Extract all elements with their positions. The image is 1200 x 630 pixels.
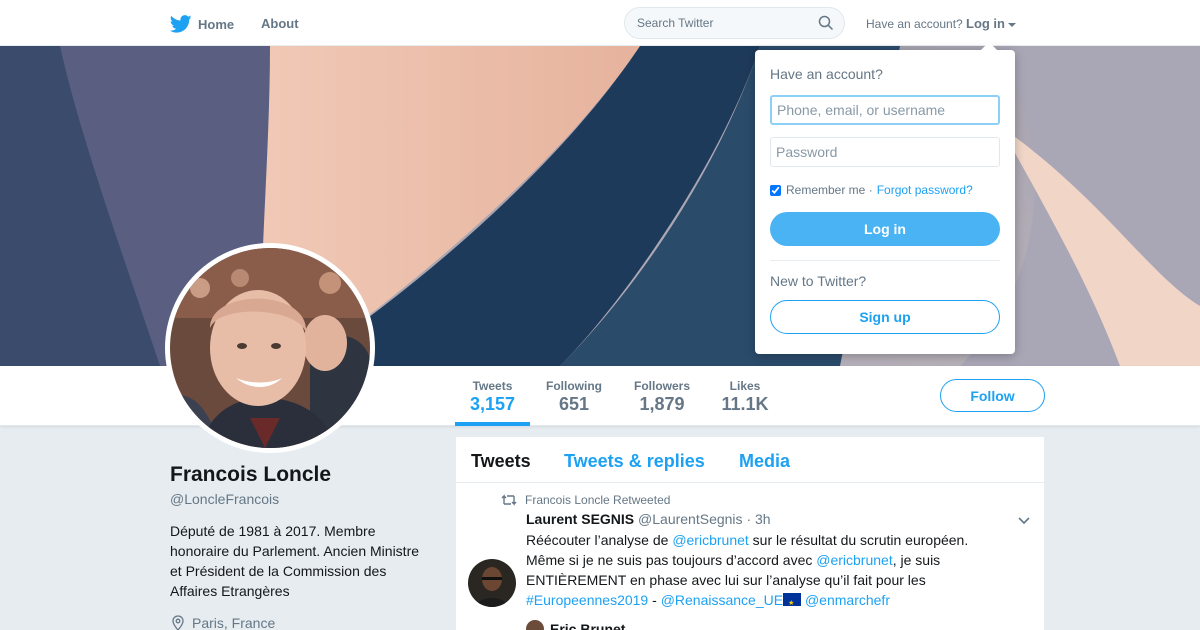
mention-link[interactable]: @enmarchefr (805, 592, 890, 608)
stat-label: Following (546, 379, 602, 393)
location-pin-icon (172, 615, 184, 630)
hashtag-link[interactable]: #Europeennes2019 (526, 592, 648, 608)
stat-following[interactable]: Following 651 (540, 366, 608, 426)
stat-value: 1,879 (639, 394, 685, 414)
separator: · (868, 183, 873, 197)
username-field[interactable] (770, 95, 1000, 125)
profile-bio: Député de 1981 à 2017. Membre honoraire … (170, 523, 420, 599)
remember-me-label[interactable]: Remember me (786, 183, 865, 197)
stat-value: 651 (558, 394, 590, 414)
forgot-password-link[interactable]: Forgot password? (877, 183, 973, 197)
twitter-bird-icon (170, 15, 192, 33)
quoted-tweet[interactable]: Eric Brunet (526, 620, 625, 630)
profile-avatar[interactable] (165, 243, 375, 453)
chevron-down-icon[interactable] (1018, 517, 1030, 525)
stat-value: 11.1K (721, 394, 769, 414)
profile-location: Paris, France (170, 615, 275, 630)
tweet-author-handle[interactable]: @LaurentSegnis (638, 511, 743, 527)
password-field[interactable] (770, 137, 1000, 167)
about-link[interactable]: About (261, 16, 299, 31)
profile-name[interactable]: Francois Loncle (170, 463, 331, 487)
tweet-timestamp[interactable]: · 3h (746, 511, 770, 527)
tweet-author-photo (468, 559, 516, 607)
tweet-text: Réécouter l’analyse de @ericbrunet sur l… (526, 530, 996, 614)
follow-button[interactable]: Follow (940, 379, 1045, 412)
tweet-header: Laurent SEGNIS @LaurentSegnis · 3h (526, 511, 771, 527)
remember-me-checkbox[interactable] (770, 184, 781, 196)
tab-media[interactable]: Media (739, 451, 790, 472)
mention-link[interactable]: @Renaissance_UE (661, 592, 783, 608)
login-dropdown: Have an account? Remember me · Forgot pa… (755, 42, 1015, 354)
divider (770, 260, 1000, 261)
home-label: Home (198, 16, 235, 32)
stat-likes[interactable]: Likes 11.1K (716, 366, 774, 426)
login-button[interactable]: Log in (770, 212, 1000, 246)
location-label: Paris, France (192, 615, 276, 630)
timeline-tabs: Tweets Tweets & replies Media (456, 437, 1044, 483)
dropdown-title: Have an account? (770, 66, 883, 82)
have-account-text: Have an account? (866, 17, 963, 31)
timeline: Tweets Tweets & replies Media Francois L… (456, 437, 1044, 630)
stat-followers[interactable]: Followers 1,879 (628, 366, 696, 426)
retweet-context: Francois Loncle Retweeted (501, 493, 670, 507)
avatar-photo (170, 248, 370, 448)
new-to-twitter-text: New to Twitter? (770, 273, 867, 289)
remember-row: Remember me · Forgot password? (770, 183, 973, 197)
login-dropdown-toggle[interactable]: Log in (966, 16, 1016, 31)
quoted-author-name: Eric Brunet (550, 621, 626, 630)
home-link[interactable]: Home (170, 12, 234, 36)
tab-tweets[interactable]: Tweets (471, 451, 531, 472)
tab-tweets-and-replies[interactable]: Tweets & replies (564, 451, 705, 472)
tweet-text-part: Réécouter l’analyse de (526, 532, 673, 548)
stat-value: 3,157 (469, 394, 516, 414)
search-input[interactable] (625, 8, 805, 38)
retweet-icon (501, 494, 517, 506)
profile-handle: @LoncleFrancois (170, 491, 280, 507)
chevron-down-icon (1008, 22, 1016, 27)
retweeted-by[interactable]: Francois Loncle Retweeted (525, 493, 670, 507)
tweet[interactable]: Francois Loncle Retweeted Laurent SEGNIS… (456, 483, 1044, 630)
tweet-text-part: - (648, 592, 661, 608)
tweet-author-name[interactable]: Laurent SEGNIS (526, 511, 634, 527)
search-icon[interactable] (818, 15, 834, 31)
stat-label: Followers (633, 379, 690, 393)
mention-link[interactable]: @ericbrunet (816, 552, 892, 568)
login-link-label: Log in (966, 16, 1005, 31)
search-box (624, 7, 845, 39)
stat-label: Likes (729, 379, 761, 393)
stat-label: Tweets (472, 379, 513, 393)
stat-tweets[interactable]: Tweets 3,157 (455, 366, 530, 426)
signup-button[interactable]: Sign up (770, 300, 1000, 334)
quoted-author-avatar (526, 620, 544, 630)
mention-link[interactable]: @ericbrunet (672, 532, 748, 548)
top-navigation: Home About Have an account? Log in (0, 0, 1200, 46)
tweet-author-avatar[interactable] (468, 559, 516, 607)
eu-flag-icon (783, 593, 802, 614)
